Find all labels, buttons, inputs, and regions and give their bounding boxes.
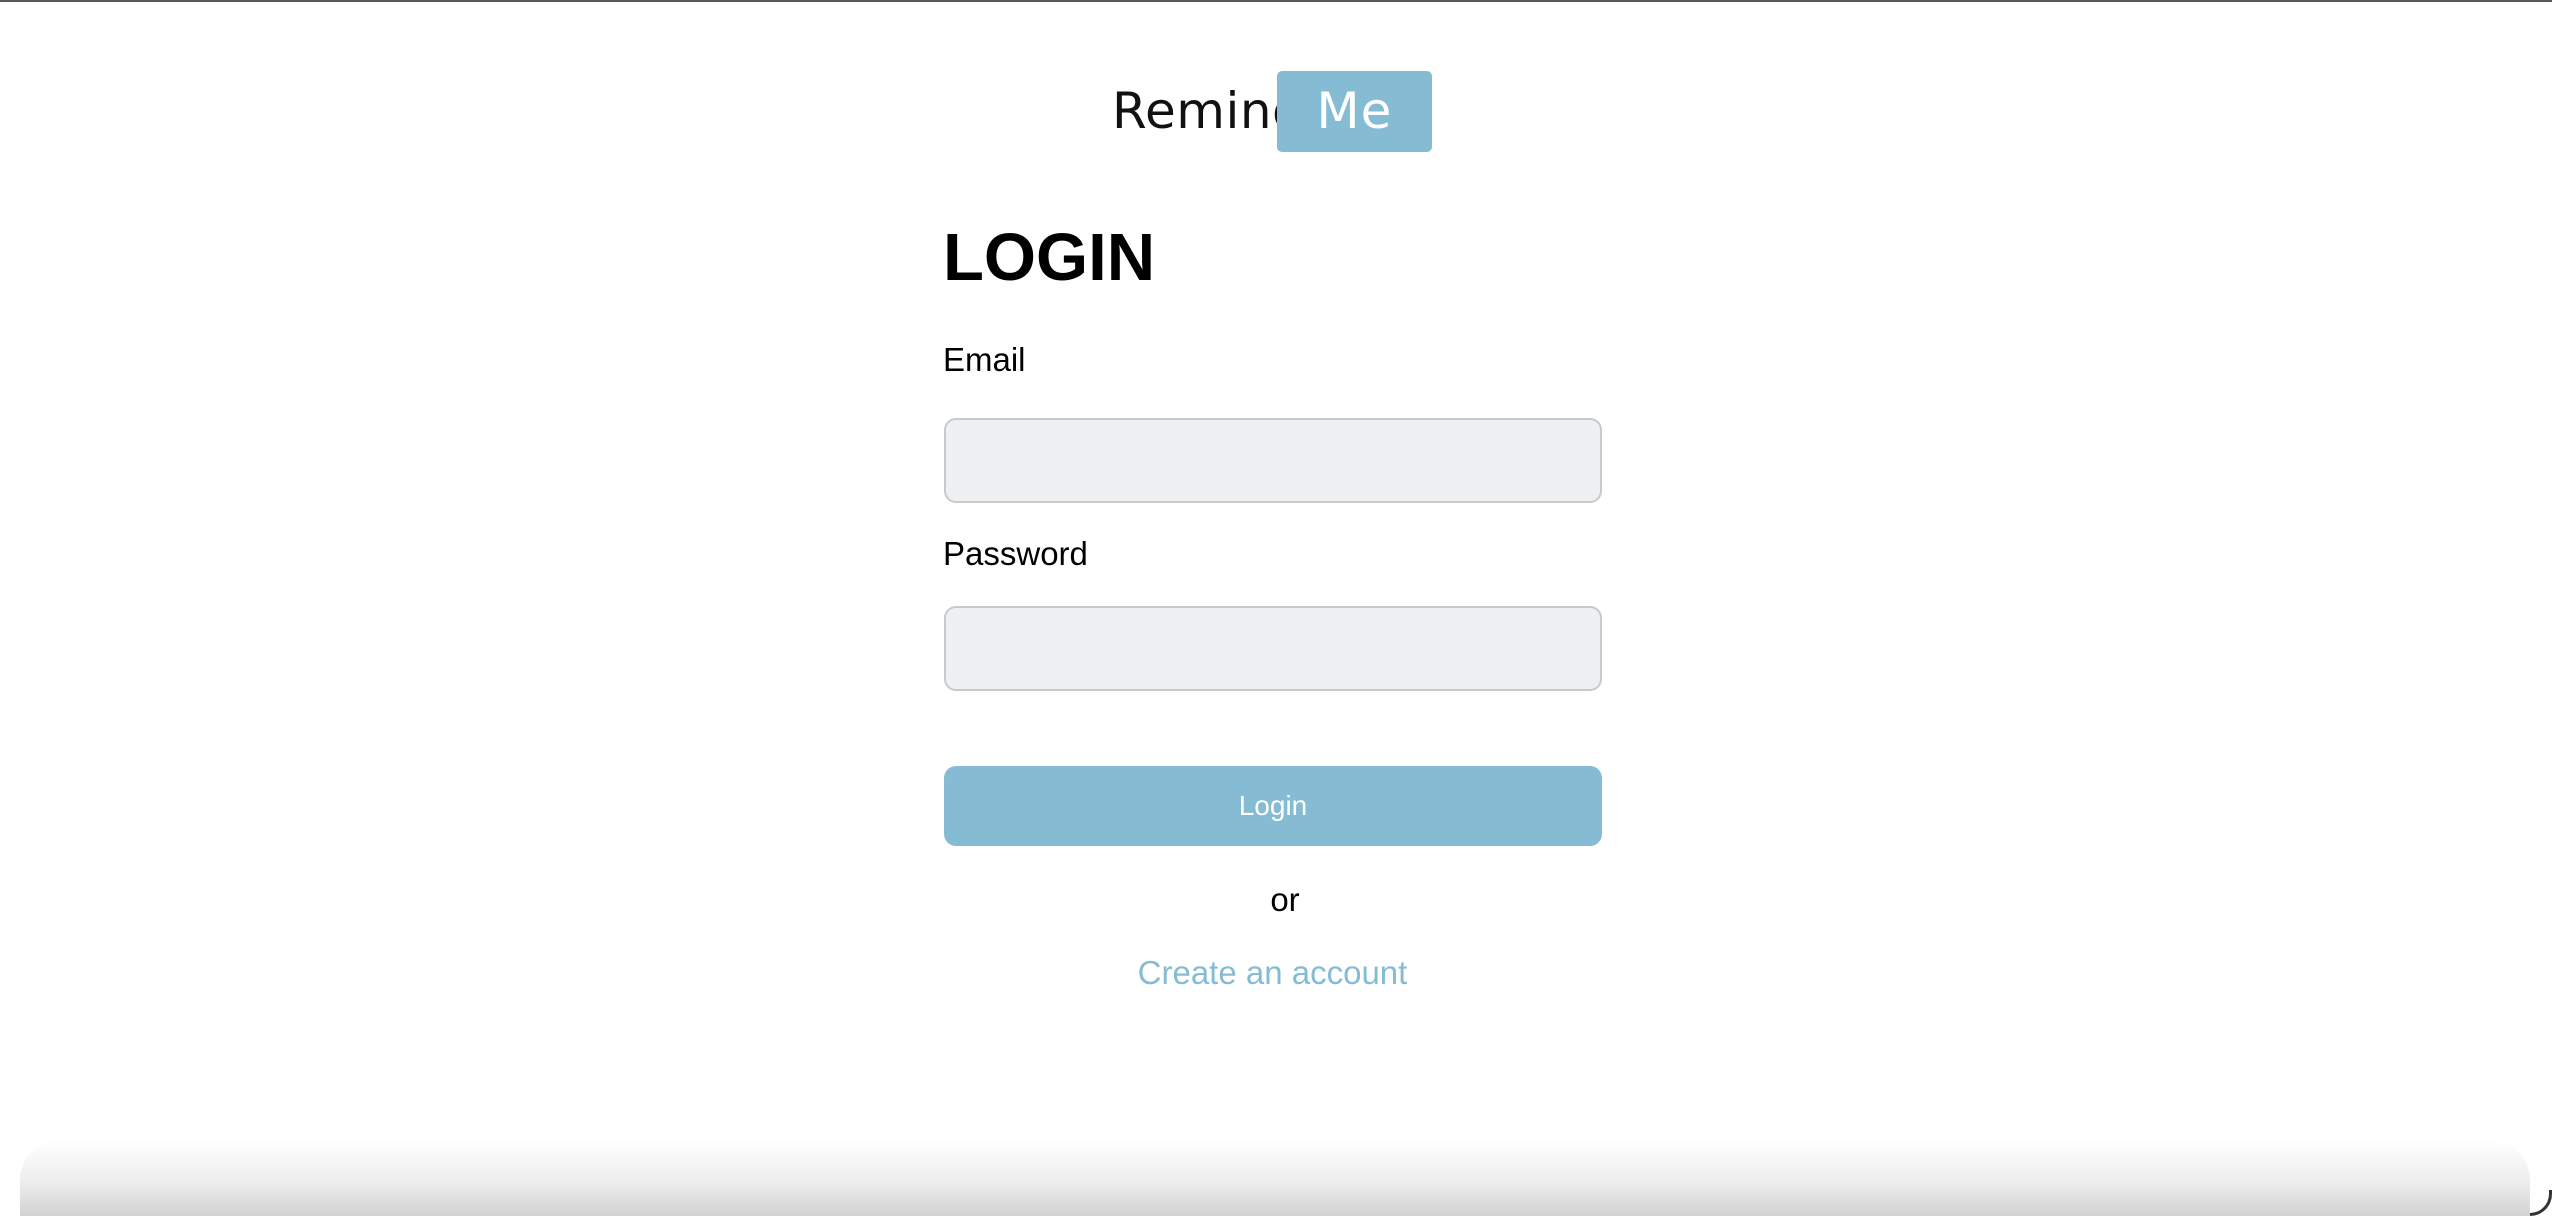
login-button[interactable]: Login	[944, 766, 1602, 846]
password-label: Password	[943, 535, 1088, 572]
email-label: Email	[943, 341, 1026, 378]
create-account-link[interactable]: Create an account	[943, 953, 1602, 993]
window-bottom-shadow	[20, 1140, 2530, 1216]
window-corner	[2530, 1190, 2552, 1216]
login-page: Remind Me LOGIN Email Password Login or …	[0, 0, 2552, 1216]
password-field[interactable]	[944, 606, 1602, 691]
email-field[interactable]	[944, 418, 1602, 503]
or-separator: or	[1270, 881, 1300, 918]
login-form: LOGIN Email Password Login or Create an …	[943, 0, 1604, 1216]
page-title: LOGIN	[943, 220, 1156, 295]
